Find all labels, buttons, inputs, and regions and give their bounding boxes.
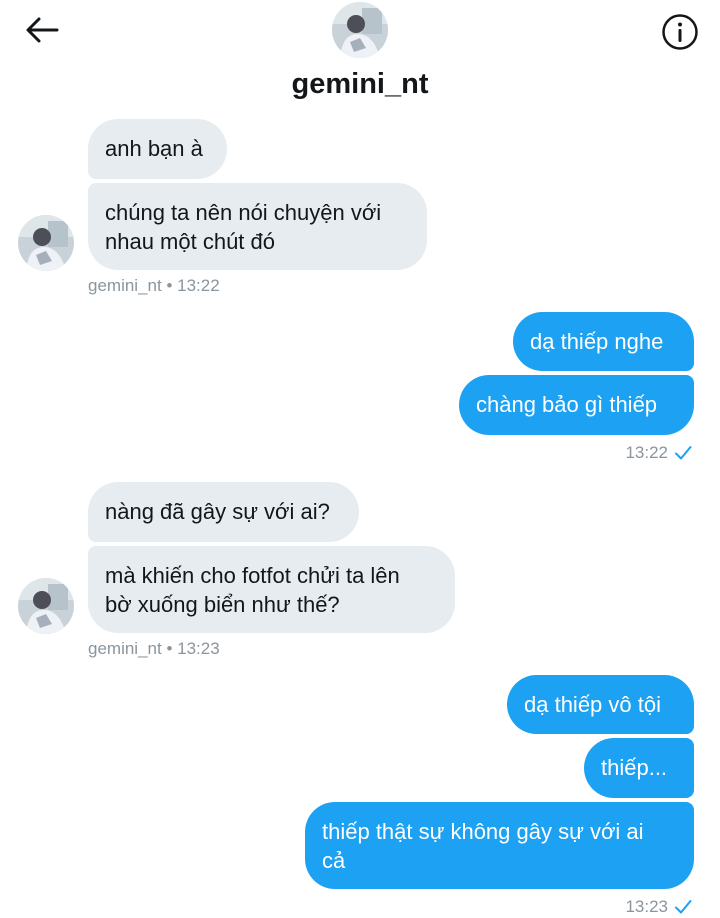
message-time: 13:23 bbox=[625, 897, 668, 916]
outgoing-message[interactable]: thiếp thật sự không gây sự với ai cả bbox=[305, 802, 694, 889]
meta-separator: • bbox=[166, 276, 173, 295]
incoming-message[interactable]: mà khiến cho fotfot chửi ta lên bờ xuống… bbox=[88, 546, 455, 633]
arrow-left-icon bbox=[26, 17, 59, 43]
outgoing-message[interactable]: thiếp... bbox=[584, 738, 694, 798]
info-icon bbox=[662, 14, 698, 50]
outgoing-message[interactable]: dạ thiếp vô tội bbox=[507, 675, 694, 734]
message-time: 13:23 bbox=[177, 639, 220, 658]
message-meta: gemini_nt • 13:22 bbox=[88, 276, 220, 296]
sender-avatar[interactable] bbox=[18, 578, 74, 634]
sender-avatar[interactable] bbox=[18, 215, 74, 271]
message-time: 13:22 bbox=[177, 276, 220, 295]
incoming-message[interactable]: anh bạn à bbox=[88, 119, 227, 179]
back-button[interactable] bbox=[22, 12, 62, 48]
checkmark-icon bbox=[675, 900, 692, 914]
message-meta: gemini_nt • 13:23 bbox=[88, 639, 220, 659]
sender-name: gemini_nt bbox=[88, 276, 162, 295]
header-avatar[interactable] bbox=[332, 2, 388, 58]
incoming-message[interactable]: chúng ta nên nói chuyện với nhau một chú… bbox=[88, 183, 427, 270]
meta-separator: • bbox=[166, 639, 173, 658]
sender-name: gemini_nt bbox=[88, 639, 162, 658]
outgoing-message[interactable]: dạ thiếp nghe bbox=[513, 312, 694, 371]
message-meta: 13:22 bbox=[625, 443, 692, 463]
message-meta: 13:23 bbox=[625, 897, 692, 917]
incoming-message[interactable]: nàng đã gây sự với ai? bbox=[88, 482, 359, 542]
checkmark-icon bbox=[675, 446, 692, 460]
info-button[interactable] bbox=[660, 12, 700, 52]
outgoing-message[interactable]: chàng bảo gì thiếp bbox=[459, 375, 694, 435]
message-time: 13:22 bbox=[625, 443, 668, 462]
conversation-title: gemini_nt bbox=[291, 68, 429, 100]
